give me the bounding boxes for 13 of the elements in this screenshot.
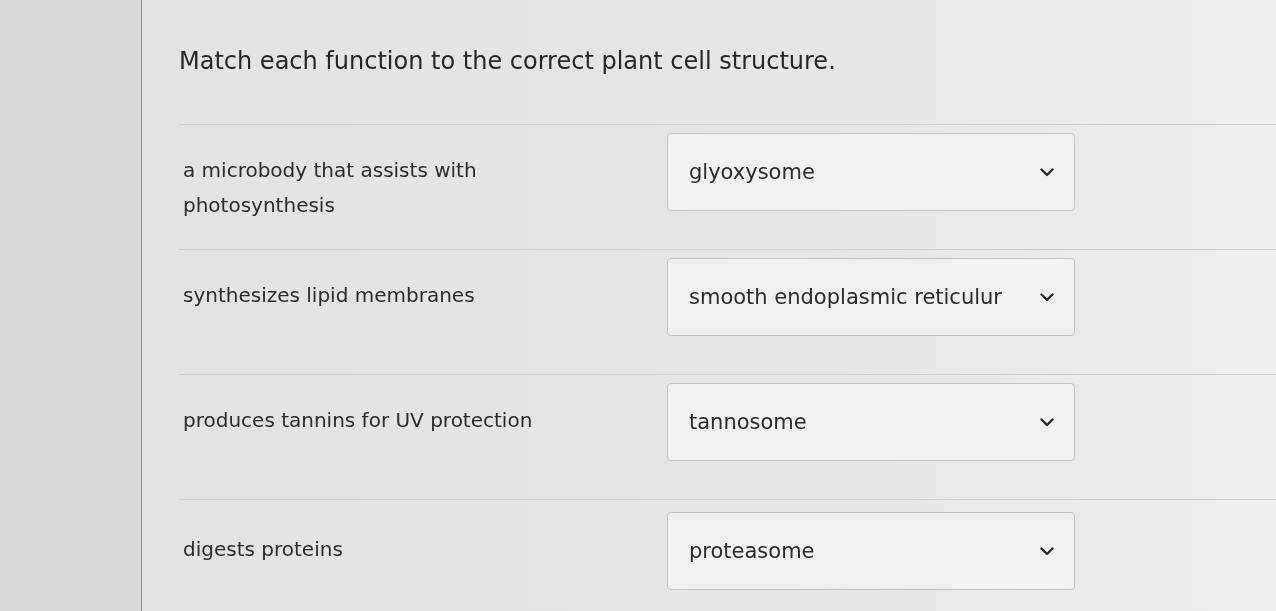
answer-dropdown[interactable]: glyoxysome <box>667 133 1075 211</box>
chevron-down-icon <box>1040 546 1054 556</box>
question-title: Match each function to the correct plant cell structure. <box>179 46 836 77</box>
function-prompt: produces tannins for UV protection <box>183 407 534 434</box>
chevron-down-icon <box>1040 417 1054 427</box>
function-prompt: synthesizes lipid membranes <box>183 282 476 309</box>
answer-dropdown[interactable]: smooth endoplasmic reticulur <box>667 258 1075 336</box>
chevron-down-icon <box>1040 292 1054 302</box>
chevron-down-icon <box>1040 167 1054 177</box>
function-prompt: a microbody that assists with photosynthesis <box>183 157 478 219</box>
answer-dropdown[interactable]: tannosome <box>667 383 1075 461</box>
answer-dropdown[interactable]: proteasome <box>667 512 1075 590</box>
function-prompt: digests proteins <box>183 536 344 563</box>
